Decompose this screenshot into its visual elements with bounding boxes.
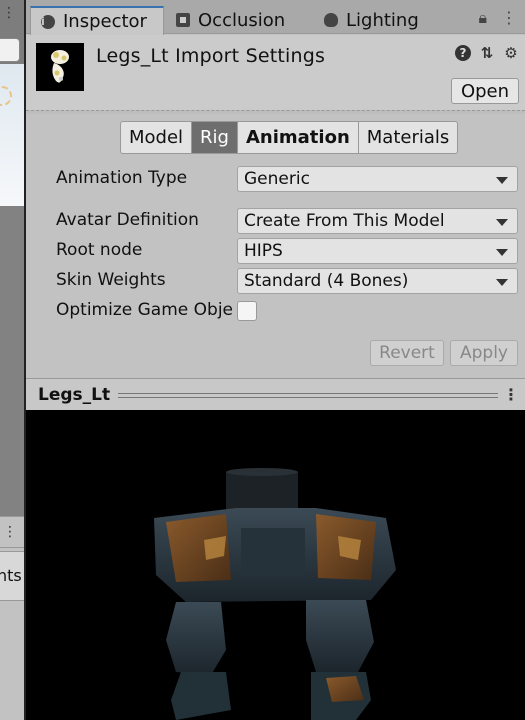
root-node-label: Root node [56,240,143,260]
preset-icon[interactable]: ⇅ [479,44,495,62]
revert-button[interactable]: Revert [370,340,444,366]
optimize-game-objects-checkbox[interactable] [237,301,257,321]
model-preview[interactable] [26,410,525,720]
header-divider [26,110,525,114]
tab-materials[interactable]: Materials [358,121,459,154]
apply-button[interactable]: Apply [450,340,518,366]
root-node-dropdown[interactable]: HIPS [237,238,518,264]
dropdown-value: Generic [244,169,310,189]
scene-panel-fragment: ⋮ ⋮ nts [0,0,26,720]
scene-background [0,206,24,516]
occlusion-icon [176,13,190,27]
help-icon[interactable]: ? [455,45,471,61]
dropdown-value: Create From This Model [244,211,445,231]
open-button[interactable]: Open [451,78,519,104]
skin-weights-label: Skin Weights [56,270,166,290]
animation-type-dropdown[interactable]: Generic [237,166,518,192]
tab-label: Inspector [63,11,147,32]
tab-label: Occlusion [198,9,286,31]
dropdown-value: HIPS [244,241,283,261]
more-options-icon[interactable]: ⋮ [501,8,517,28]
tab-bar: i Inspector Occlusion Lighting 🔒︎ ⋮ [26,0,525,35]
asset-title: Legs_Lt Import Settings [96,45,326,67]
preview-title: Legs_Lt [38,385,111,405]
chevron-down-icon [496,177,508,184]
lightbulb-icon [324,13,338,27]
more-options-icon[interactable]: ⋮ [503,385,519,404]
tab-lighting[interactable]: Lighting [324,6,419,34]
gear-icon[interactable]: ⚙ [503,44,519,62]
import-tabs: Model Rig Animation Materials [120,121,459,154]
project-panel-fragment: ⋮ nts [0,516,26,720]
scene-search-field[interactable] [0,38,20,62]
dropdown-value: Standard (4 Bones) [244,271,409,291]
optimize-game-objects-label: Optimize Game Obje [56,300,233,320]
chevron-down-icon [496,279,508,286]
skin-weights-dropdown[interactable]: Standard (4 Bones) [237,268,518,294]
tab-inspector[interactable]: i Inspector [30,6,164,35]
tab-model[interactable]: Model [120,121,193,154]
info-icon: i [41,14,55,29]
inspector-window: i Inspector Occlusion Lighting 🔒︎ ⋮ Legs… [26,0,525,720]
tab-rig[interactable]: Rig [192,121,238,154]
partial-tab-label: nts [0,566,22,585]
avatar-definition-dropdown[interactable]: Create From This Model [237,208,518,234]
lock-icon[interactable]: 🔒︎ [478,8,487,28]
preview-header[interactable]: Legs_Lt ⋮ [26,378,525,410]
tab-occlusion[interactable]: Occlusion [176,6,285,34]
tab-label: Lighting [346,9,419,31]
tab-animation[interactable]: Animation [237,121,359,154]
animation-type-label: Animation Type [56,168,188,188]
scene-view[interactable] [0,64,24,206]
panel-menu-icon[interactable]: ⋮ [2,6,16,20]
panel-menu-icon[interactable]: ⋮ [3,525,17,539]
sun-gizmo-icon [0,86,12,106]
mech-legs-render [154,468,396,720]
asset-header: Legs_Lt Import Settings ? ⇅ ⚙ Open [26,35,525,110]
chevron-down-icon [496,219,508,226]
avatar-definition-label: Avatar Definition [56,210,199,230]
partial-tab[interactable]: nts [0,551,26,601]
preview-drag-handle[interactable] [118,393,498,398]
asset-thumbnail [36,43,84,91]
chevron-down-icon [496,249,508,256]
